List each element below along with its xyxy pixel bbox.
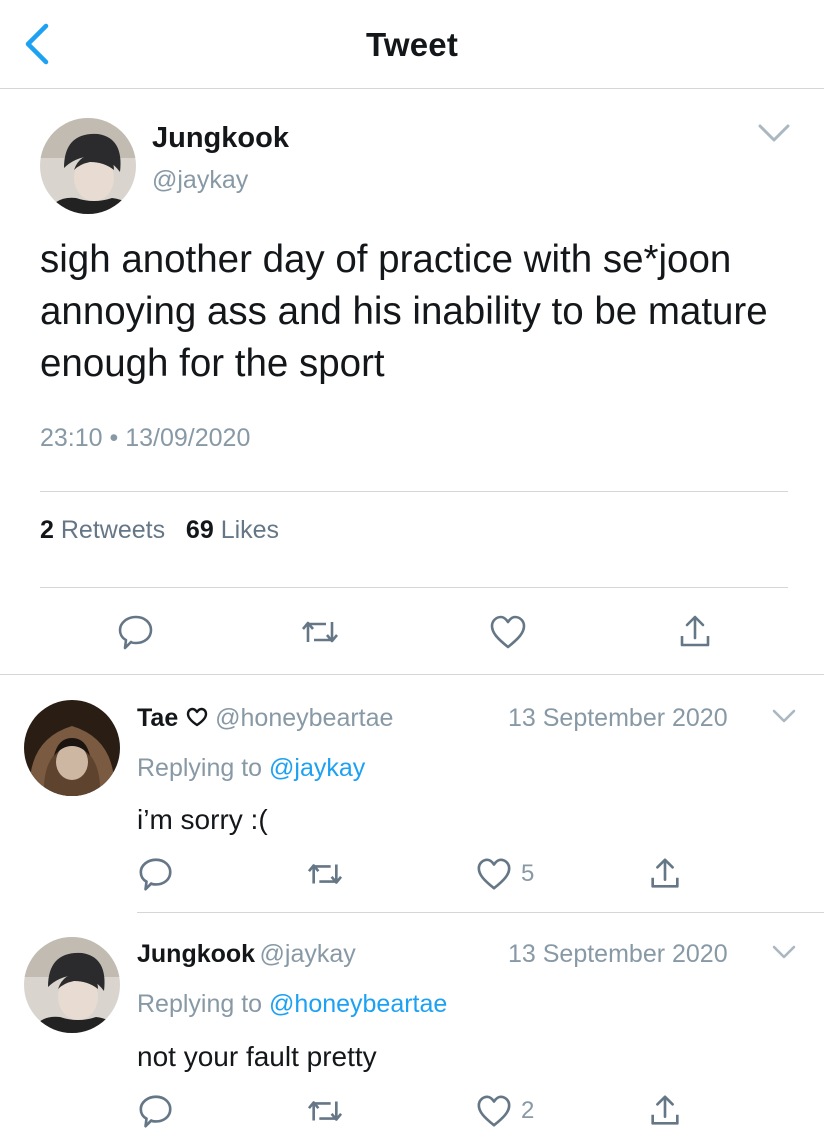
reply-header: Tae @honeybeartae — [137, 704, 393, 733]
like-button[interactable] — [488, 613, 528, 651]
retweet-button[interactable] — [300, 614, 340, 650]
avatar[interactable] — [40, 118, 136, 214]
heart-icon — [477, 858, 511, 890]
heart-icon — [490, 615, 526, 649]
reply-header: Jungkook @jaykay — [137, 940, 356, 969]
reply-options-button[interactable] — [770, 706, 798, 728]
like-count: 2 — [521, 1097, 535, 1124]
likes-label: Likes — [220, 516, 280, 544]
tweet-timestamp: 23:10 • 13/09/2020 — [40, 424, 250, 453]
reply-button[interactable] — [137, 855, 175, 893]
replying-mention[interactable]: @jaykay — [269, 754, 365, 782]
reply-text: not your fault pretty — [137, 1041, 377, 1072]
author-handle[interactable]: @jaykay — [152, 166, 248, 195]
timestamp-separator: • — [109, 424, 119, 452]
avatar[interactable] — [24, 937, 120, 1033]
like-button[interactable]: 2 — [475, 1092, 545, 1130]
like-button[interactable]: 5 — [475, 855, 545, 893]
reply-button[interactable] — [116, 612, 156, 652]
avatar-image — [40, 118, 136, 214]
reply-author-handle[interactable]: @honeybeartae — [215, 704, 393, 732]
tweet-stats: 2 Retweets 69 Likes — [40, 516, 279, 545]
retweet-icon — [307, 864, 343, 884]
chevron-down-icon — [772, 709, 796, 723]
reply-author-name[interactable]: Tae — [137, 704, 178, 732]
tweet-options-button[interactable] — [756, 120, 792, 148]
share-button[interactable] — [647, 855, 683, 893]
navigation-header: Tweet — [0, 0, 824, 89]
page-title: Tweet — [365, 26, 459, 63]
like-count: 5 — [521, 860, 535, 887]
tweet-date: 13/09/2020 — [125, 424, 251, 452]
divider — [40, 587, 788, 588]
retweets-count: 2 — [40, 516, 54, 544]
reply-author-name[interactable]: Jungkook — [137, 940, 255, 968]
heart-icon — [186, 707, 207, 727]
replying-mention[interactable]: @honeybeartae — [269, 990, 447, 1018]
retweet-button[interactable] — [306, 1094, 344, 1128]
likes-count: 69 — [185, 516, 214, 544]
avatar-image — [24, 700, 120, 796]
heart-icon — [477, 1095, 511, 1127]
tweet-text: sigh another day of practice with se*joo… — [40, 238, 768, 385]
replying-to: Replying to @honeybeartae — [137, 990, 447, 1019]
divider — [137, 912, 824, 913]
share-icon — [680, 615, 710, 647]
chevron-down-icon — [758, 124, 790, 142]
replying-to: Replying to @jaykay — [137, 754, 365, 783]
author-name[interactable]: Jungkook — [152, 122, 289, 155]
share-icon — [651, 858, 679, 888]
reply-text: i’m sorry :( — [137, 804, 268, 835]
tweet-time: 23:10 — [40, 424, 103, 452]
likes-stat[interactable]: 69 Likes — [186, 516, 279, 544]
divider — [0, 674, 824, 675]
avatar[interactable] — [24, 700, 120, 796]
chevron-down-icon — [772, 945, 796, 959]
reply-icon — [139, 1095, 172, 1128]
share-button[interactable] — [676, 612, 714, 652]
retweet-icon — [307, 1101, 343, 1121]
reply-icon — [139, 858, 172, 891]
replying-prefix: Replying to — [137, 754, 263, 782]
reply-button[interactable] — [137, 1092, 175, 1130]
reply-date: 13 September 2020 — [508, 704, 728, 732]
reply-author-handle[interactable]: @jaykay — [260, 940, 356, 968]
replying-prefix: Replying to — [137, 990, 263, 1018]
share-icon — [651, 1095, 679, 1125]
divider — [40, 491, 788, 492]
reply-icon — [118, 615, 153, 650]
reply-options-button[interactable] — [770, 942, 798, 964]
reply-date: 13 September 2020 — [508, 940, 728, 968]
retweet-icon — [302, 621, 338, 643]
avatar-image — [24, 937, 120, 1033]
retweet-button[interactable] — [306, 857, 344, 891]
retweets-stat[interactable]: 2 Retweets — [40, 516, 165, 544]
share-button[interactable] — [647, 1092, 683, 1130]
retweets-label: Retweets — [60, 516, 166, 544]
